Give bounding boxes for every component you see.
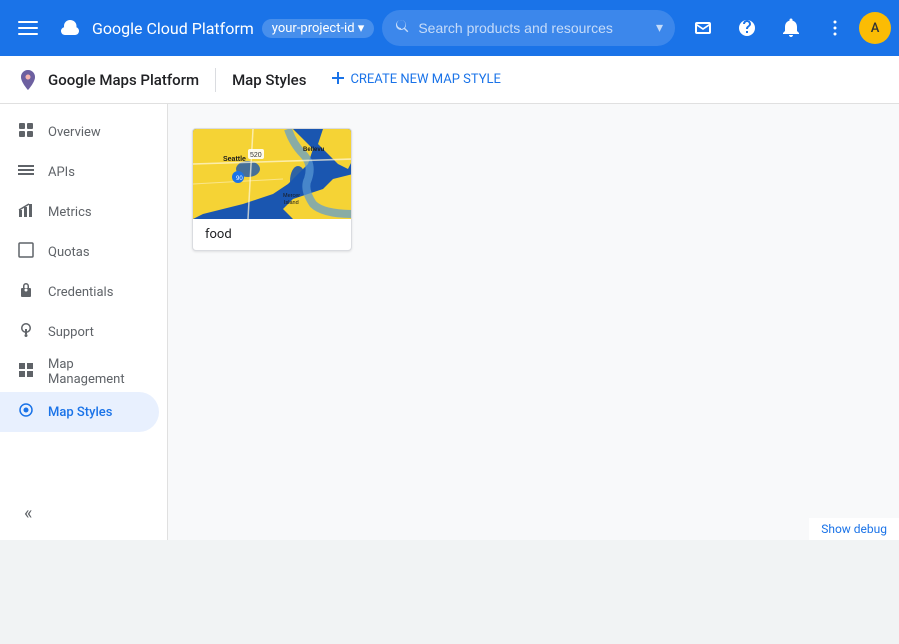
more-options-icon-button[interactable] [815, 8, 855, 48]
sidebar-item-support[interactable]: Support [0, 312, 159, 352]
search-dropdown-icon[interactable]: ▾ [656, 20, 663, 36]
svg-text:Bellevu: Bellevu [303, 147, 325, 153]
notifications-icon-button[interactable] [771, 8, 811, 48]
search-bar[interactable]: ▾ [382, 10, 675, 46]
sidebar-item-overview[interactable]: Overview [0, 112, 159, 152]
map-style-card-food[interactable]: Seattle Bellevu 90 Mercer Island 520 foo… [192, 128, 352, 251]
subheader: Google Maps Platform Map Styles CREATE N… [0, 56, 899, 104]
map-management-icon [16, 362, 36, 382]
support-icon [16, 322, 36, 342]
main-content: Seattle Bellevu 90 Mercer Island 520 foo… [168, 104, 899, 540]
cloud-icon [56, 14, 84, 42]
sidebar-item-map-styles[interactable]: Map Styles [0, 392, 159, 432]
svg-text:Seattle: Seattle [223, 156, 246, 163]
collapse-sidebar-button[interactable]: « [16, 495, 40, 532]
sidebar-item-quotas[interactable]: Quotas [0, 232, 159, 272]
maps-logo-icon [16, 68, 40, 92]
email-icon-button[interactable] [683, 8, 723, 48]
search-icon [394, 18, 410, 38]
map-style-label-food: food [193, 219, 351, 250]
apis-icon [16, 162, 36, 182]
maps-platform-title: Google Maps Platform [48, 71, 199, 89]
topbar-actions: A [683, 8, 891, 48]
sidebar-item-metrics[interactable]: Metrics [0, 192, 159, 232]
page-title: Map Styles [232, 71, 306, 89]
topbar-title: Google Cloud Platform [92, 19, 254, 38]
help-icon-button[interactable] [727, 8, 767, 48]
map-styles-icon [16, 402, 36, 422]
show-debug-button[interactable]: Show debug [809, 518, 899, 540]
create-new-map-style-button[interactable]: CREATE NEW MAP STYLE [318, 64, 512, 96]
main-layout: Overview APIs Metrics [0, 104, 899, 540]
sidebar-item-credentials[interactable]: Credentials [0, 272, 159, 312]
credentials-icon [16, 282, 36, 302]
menu-icon[interactable] [8, 8, 48, 48]
sidebar-item-apis[interactable]: APIs [0, 152, 159, 192]
svg-text:Island: Island [284, 200, 299, 206]
quotas-icon [16, 242, 36, 262]
sidebar: Overview APIs Metrics [0, 104, 168, 540]
sidebar-item-map-management[interactable]: Map Management [0, 352, 159, 392]
subheader-divider [215, 68, 216, 92]
search-input[interactable] [418, 20, 648, 36]
topbar: Google Cloud Platform your-project-id ▾ … [0, 0, 899, 56]
account-chip[interactable]: your-project-id ▾ [262, 19, 375, 38]
metrics-icon [16, 202, 36, 222]
user-avatar[interactable]: A [859, 12, 891, 44]
overview-icon [16, 122, 36, 142]
svg-text:520: 520 [250, 152, 262, 159]
map-preview-svg: Seattle Bellevu 90 Mercer Island 520 [193, 129, 352, 219]
svg-text:90: 90 [236, 176, 243, 182]
map-preview-food: Seattle Bellevu 90 Mercer Island 520 [193, 129, 352, 219]
maps-brand-area: Google Maps Platform [16, 68, 199, 92]
svg-text:Mercer: Mercer [283, 193, 300, 199]
sidebar-collapse-area: « [0, 495, 167, 532]
gcp-logo-area: Google Cloud Platform [56, 14, 254, 42]
create-icon [330, 70, 346, 90]
